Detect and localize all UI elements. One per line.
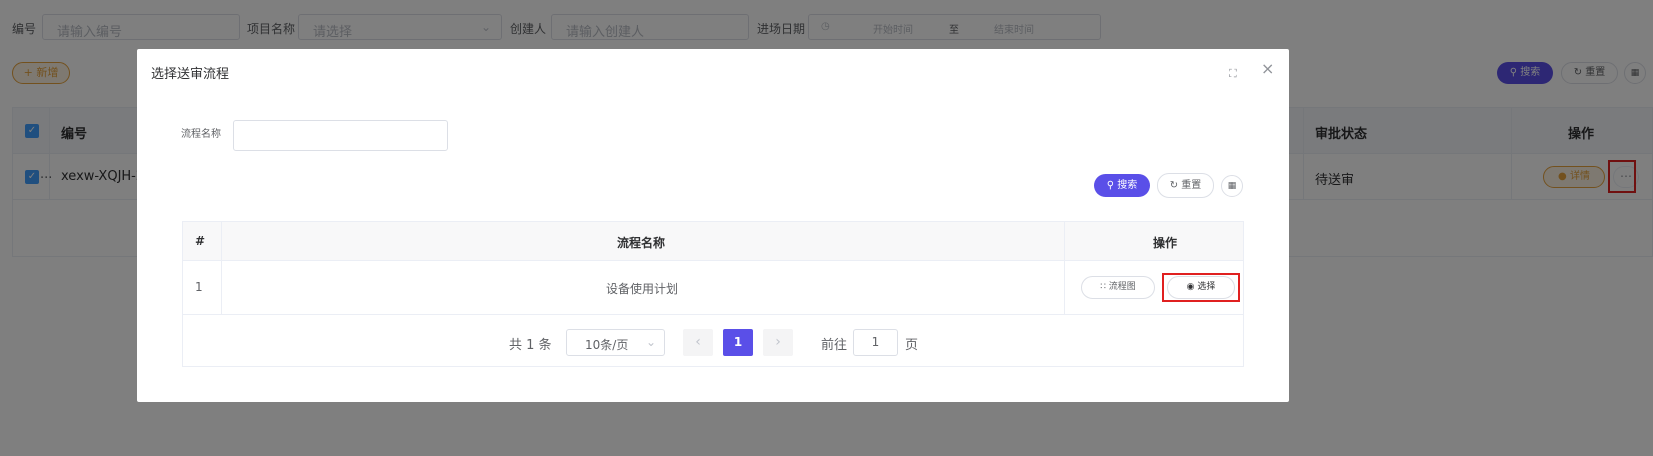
chevron-right-icon: › bbox=[775, 334, 781, 350]
page-size-value: 10条/页 bbox=[585, 338, 629, 352]
close-icon[interactable]: × bbox=[1261, 59, 1274, 78]
chevron-left-icon: ‹ bbox=[695, 334, 701, 350]
refresh-icon: ↻ bbox=[1169, 180, 1179, 191]
header-index: # bbox=[195, 234, 206, 248]
grid-icon: ▦ bbox=[1227, 181, 1237, 191]
table-row: 1 设备使用计划 ∷ 流程图 ◉ 选择 bbox=[183, 261, 1243, 315]
row-index: 1 bbox=[195, 280, 203, 294]
header-action: 操作 bbox=[1153, 236, 1178, 250]
pagination-total: 共 1 条 bbox=[509, 338, 552, 353]
flowchart-button[interactable]: ∷ 流程图 bbox=[1081, 276, 1155, 299]
flowchart-icon: ∷ bbox=[1100, 282, 1106, 292]
process-table-header: # 流程名称 操作 bbox=[183, 222, 1243, 261]
highlight-box bbox=[1162, 273, 1240, 302]
goto-page-input[interactable]: 1 bbox=[853, 329, 898, 356]
process-name-label: 流程名称 bbox=[181, 129, 221, 140]
process-table: # 流程名称 操作 1 设备使用计划 ∷ 流程图 ◉ 选择 共 1 条 10条/… bbox=[182, 221, 1244, 367]
pagination: 共 1 条 10条/页 ⌄ ‹ 1 › 前往 1 页 bbox=[183, 315, 1243, 368]
search-icon: ⚲ bbox=[1106, 180, 1115, 191]
next-page-button[interactable]: › bbox=[763, 329, 793, 356]
dialog-reset-button[interactable]: ↻ 重置 bbox=[1157, 173, 1214, 198]
chevron-down-icon: ⌄ bbox=[645, 335, 656, 349]
dialog-title: 选择送审流程 bbox=[151, 67, 230, 82]
flowchart-button-label: 流程图 bbox=[1108, 282, 1136, 292]
process-name-input[interactable] bbox=[233, 120, 448, 151]
fullscreen-icon[interactable]: ⛶ bbox=[1229, 67, 1237, 81]
dialog-reset-label: 重置 bbox=[1181, 180, 1202, 191]
row-process-name: 设备使用计划 bbox=[606, 282, 679, 296]
current-page-button[interactable]: 1 bbox=[723, 329, 753, 356]
dialog-column-settings-button[interactable]: ▦ bbox=[1221, 175, 1243, 197]
page-suffix-label: 页 bbox=[905, 338, 919, 353]
dialog-search-button[interactable]: ⚲ 搜索 bbox=[1094, 174, 1150, 197]
page-size-select[interactable]: 10条/页 ⌄ bbox=[566, 329, 665, 356]
header-process-name: 流程名称 bbox=[617, 236, 666, 250]
prev-page-button[interactable]: ‹ bbox=[683, 329, 713, 356]
goto-label: 前往 bbox=[821, 338, 848, 353]
select-process-dialog: 选择送审流程 ⛶ × 流程名称 ⚲ 搜索 ↻ 重置 ▦ # 流程名称 操作 1 … bbox=[137, 49, 1289, 402]
dialog-search-label: 搜索 bbox=[1117, 180, 1138, 191]
